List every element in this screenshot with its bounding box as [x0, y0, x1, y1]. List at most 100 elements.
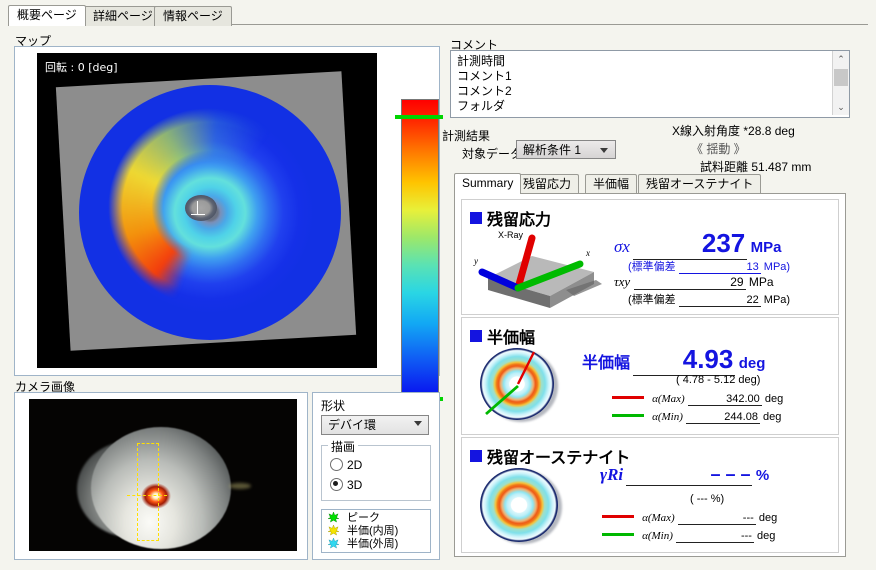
legend-label: 半価(外周) [347, 538, 399, 550]
blue-square-icon [470, 212, 482, 224]
sigma-symbol: σx [614, 237, 630, 256]
shape-group-label: 形状 [321, 399, 346, 413]
target-data-value: 解析条件 1 [523, 143, 582, 157]
radio-draw-2d[interactable]: 2D [330, 458, 362, 473]
radio-label: 2D [347, 458, 363, 472]
radio-dot-icon [330, 478, 343, 491]
fwhm-outer-star-icon [328, 538, 339, 549]
scroll-up-icon[interactable]: ⌃ [833, 51, 849, 67]
tab-residual-stress[interactable]: 残留応力 [515, 174, 580, 194]
list-item[interactable]: コメント2 [457, 84, 512, 99]
tab-detail-page[interactable]: 詳細ページ [84, 6, 162, 26]
austenite-range: ( --- %) [690, 493, 725, 505]
map-rotation-label: 回転 : 0 [deg] [45, 61, 118, 74]
comment-scrollbar[interactable]: ⌃ ⌄ [832, 51, 849, 115]
alpha-max-unit: deg [764, 393, 784, 405]
draw-mode-legend: 描画 [328, 438, 359, 455]
comment-listbox[interactable]: 計測時間 コメント1 コメント2 フォルダ ⌃ ⌄ [450, 50, 850, 118]
legend-item-peak: ピーク [328, 512, 380, 525]
tau-sd-label: (標準偏差 [628, 294, 676, 306]
alpha-min-label: α(Min) [642, 530, 673, 542]
tab-label: 概要ページ [17, 8, 77, 22]
radio-label: 3D [347, 478, 363, 492]
xray-sketch-label: X-Ray [498, 230, 524, 240]
scrollbar-thumb[interactable] [834, 69, 848, 86]
application-window: 概要ページ 詳細ページ 情報ページ マップ 回転 : 0 [deg] カメラ画像 [0, 0, 876, 570]
tab-retained-austenite[interactable]: 残留オーステナイト [638, 174, 762, 194]
tab-overview-page[interactable]: 概要ページ [8, 5, 86, 26]
legend-item-fwhm-outer: 半価(外周) [328, 538, 398, 551]
specimen-sketch: X-Ray y x [473, 230, 602, 308]
gamma-symbol: γRi [600, 465, 624, 484]
tab-info-page[interactable]: 情報ページ [154, 6, 232, 26]
fwhm-value-underline: 4.93 [633, 344, 736, 376]
radio-dot-icon [330, 458, 343, 471]
map-colorbar [401, 99, 439, 407]
map-panel[interactable]: 回転 : 0 [deg] [14, 46, 443, 407]
camera-image[interactable] [29, 399, 297, 551]
fwhm-value-label: 半価幅 [582, 355, 631, 372]
target-data-label: 対象データ [462, 147, 523, 161]
tau-unit: MPa [748, 275, 774, 289]
draw-mode-group: 描画 2D 3D [321, 438, 431, 501]
tau-value: 29 [730, 275, 744, 289]
tau-sd-value: 22 [746, 294, 759, 306]
gamma-value: – – – [710, 464, 751, 484]
fwhm-value: 4.93 [682, 344, 734, 374]
fwhm-alpha-max-row: α(Max) 342.00 deg [612, 393, 783, 406]
tab-label: Summary [462, 176, 514, 190]
x-axis-sketch-label: x [585, 248, 590, 258]
austenite-card: 残留オーステナイト γRi – – – % ( --- %) α(Max) --… [461, 437, 839, 553]
alpha-max-label: α(Max) [642, 512, 675, 524]
gamma-value-underline: – – – [626, 464, 753, 486]
colorbar-marker-max[interactable] [395, 115, 443, 119]
sample-distance-label: 試料距離 [700, 160, 749, 174]
shape-select[interactable]: デバイ環 [321, 415, 429, 435]
tau-symbol: τxy [614, 274, 631, 289]
tab-label: 情報ページ [163, 9, 223, 23]
austenite-alpha-min-row: α(Min) --- deg [602, 530, 775, 543]
fwhm-alpha-min-row: α(Min) 244.08 deg [612, 411, 781, 424]
swing-label: 《 揺動 》 [691, 142, 746, 156]
map-3d-canvas[interactable]: 回転 : 0 [deg] [37, 53, 377, 368]
alpha-max-underline: 342.00 [687, 393, 762, 406]
sigma-sd-label: (標準偏差 [628, 261, 676, 273]
list-item[interactable]: フォルダ [457, 99, 505, 111]
gamma-unit: % [755, 467, 770, 484]
shape-panel: 形状 デバイ環 描画 2D 3D ピーク 半価(内周) 半価(外周) [312, 392, 440, 560]
camera-panel[interactable] [14, 392, 308, 560]
tab-summary[interactable]: Summary [454, 173, 522, 194]
tab-label: 残留オーステナイト [646, 177, 754, 191]
xray-angle-row: X線入射角度 *28.8 deg [672, 122, 795, 139]
legend-label: ピーク [347, 512, 380, 524]
alpha-max-underline: --- [677, 512, 756, 525]
alpha-max-value: 342.00 [726, 393, 760, 405]
page-tabstrip: 概要ページ 詳細ページ 情報ページ [8, 5, 868, 26]
tau-sd-unit: MPa) [763, 294, 791, 306]
sigma-value-underline: 237 [633, 228, 748, 260]
tau-value-underline: 29 [633, 275, 746, 290]
tab-fwhm[interactable]: 半価幅 [585, 174, 638, 194]
list-item[interactable]: 計測時間 [457, 54, 505, 69]
results-panel: 残留応力 X-Ray y x σx 237 MPa (標準偏差 13 MPa) … [454, 193, 846, 557]
sigma-row: σx 237 MPa [614, 228, 781, 260]
xray-angle-value: *28.8 deg [743, 124, 795, 138]
gamma-row: γRi – – – % [600, 464, 769, 486]
sigma-sd-row: (標準偏差 13 MPa) [628, 258, 790, 274]
map-center-crosshair-v [197, 201, 198, 215]
sigma-sd-unit: MPa) [763, 261, 791, 273]
target-data-select[interactable]: 解析条件 1 [516, 140, 616, 159]
radio-draw-3d[interactable]: 3D [330, 478, 362, 493]
austenite-ring-diagram [480, 468, 558, 542]
scroll-down-icon[interactable]: ⌄ [833, 99, 849, 115]
alpha-min-value: 244.08 [724, 411, 758, 423]
alpha-min-underline: --- [675, 530, 754, 543]
list-item[interactable]: コメント1 [457, 69, 512, 84]
camera-selection-rect[interactable] [137, 443, 159, 541]
chevron-down-icon [600, 148, 608, 153]
alpha-max-line-icon [602, 515, 634, 518]
austenite-alpha-max-row: α(Max) --- deg [602, 512, 777, 525]
fwhm-inner-star-icon [328, 525, 339, 536]
blue-square-icon [470, 330, 482, 342]
fwhm-card: 半価幅 半価幅 4.93 deg ( 4.78 - 5.12 deg) α(Ma… [461, 317, 839, 435]
